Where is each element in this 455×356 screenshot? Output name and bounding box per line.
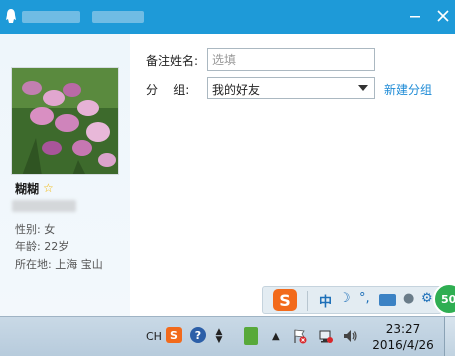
taskbar: CH S ? ▲ ▼ ▲ 23:27 2016/4/26: [0, 316, 455, 356]
help-icon[interactable]: ?: [190, 327, 206, 343]
minimize-icon: [409, 10, 421, 25]
group-label: 分 组:: [146, 83, 190, 97]
keyboard-icon[interactable]: [379, 294, 396, 306]
remark-label: 备注姓名:: [146, 54, 199, 68]
show-hidden-icons-icon[interactable]: ▲: [272, 327, 280, 345]
nickname-row: 糊糊 ☆: [15, 180, 54, 196]
clock-time: 23:27: [385, 322, 421, 336]
minimize-button[interactable]: [404, 6, 426, 28]
remark-input[interactable]: [207, 48, 375, 71]
ime-separator: [307, 291, 308, 311]
wrench-icon[interactable]: ⚙: [421, 291, 433, 306]
sogou-logo-icon[interactable]: S: [273, 289, 297, 311]
ime-mode-toggle[interactable]: 中: [319, 291, 332, 310]
moon-icon[interactable]: ☽: [339, 291, 351, 306]
app-tray-icon[interactable]: [244, 327, 258, 345]
show-desktop-button[interactable]: [444, 317, 455, 356]
clock-date: 2016/4/26: [372, 338, 434, 352]
language-indicator[interactable]: CH: [146, 327, 162, 345]
avatar[interactable]: [11, 67, 119, 175]
ime-arrows-icon[interactable]: ▲ ▼: [212, 327, 226, 345]
close-icon: [437, 9, 449, 25]
chevron-down-icon[interactable]: [358, 85, 368, 91]
blurred-title-text: [22, 11, 80, 23]
star-icon: ☆: [43, 181, 54, 195]
qq-penguin-icon: [6, 9, 16, 24]
volume-icon[interactable]: [342, 327, 358, 345]
blurred-title-text-2: [92, 11, 144, 23]
gender-info: 性别: 女: [15, 223, 56, 236]
blurred-account-text: [12, 200, 76, 212]
title-bar: [0, 0, 455, 34]
ime-toolbar: S 中 ☽ °, ● ⚙: [262, 286, 442, 314]
user-icon[interactable]: ●: [403, 291, 414, 306]
age-info: 年龄: 22岁: [15, 240, 70, 253]
group-select[interactable]: 我的好友: [207, 77, 375, 99]
profile-panel: 糊糊 ☆ 性别: 女 年龄: 22岁 所在地: 上海 宝山: [0, 34, 130, 316]
new-group-link[interactable]: 新建分组: [384, 81, 432, 98]
location-info: 所在地: 上海 宝山: [15, 258, 103, 271]
nickname: 糊糊: [15, 181, 40, 196]
punctuation-toggle[interactable]: °,: [359, 291, 370, 306]
sogou-tray-icon[interactable]: S: [166, 327, 182, 343]
clock[interactable]: 23:27 2016/4/26: [370, 321, 436, 353]
close-button[interactable]: [432, 6, 454, 28]
action-center-flag-icon[interactable]: [292, 327, 308, 345]
network-icon[interactable]: [318, 327, 334, 345]
